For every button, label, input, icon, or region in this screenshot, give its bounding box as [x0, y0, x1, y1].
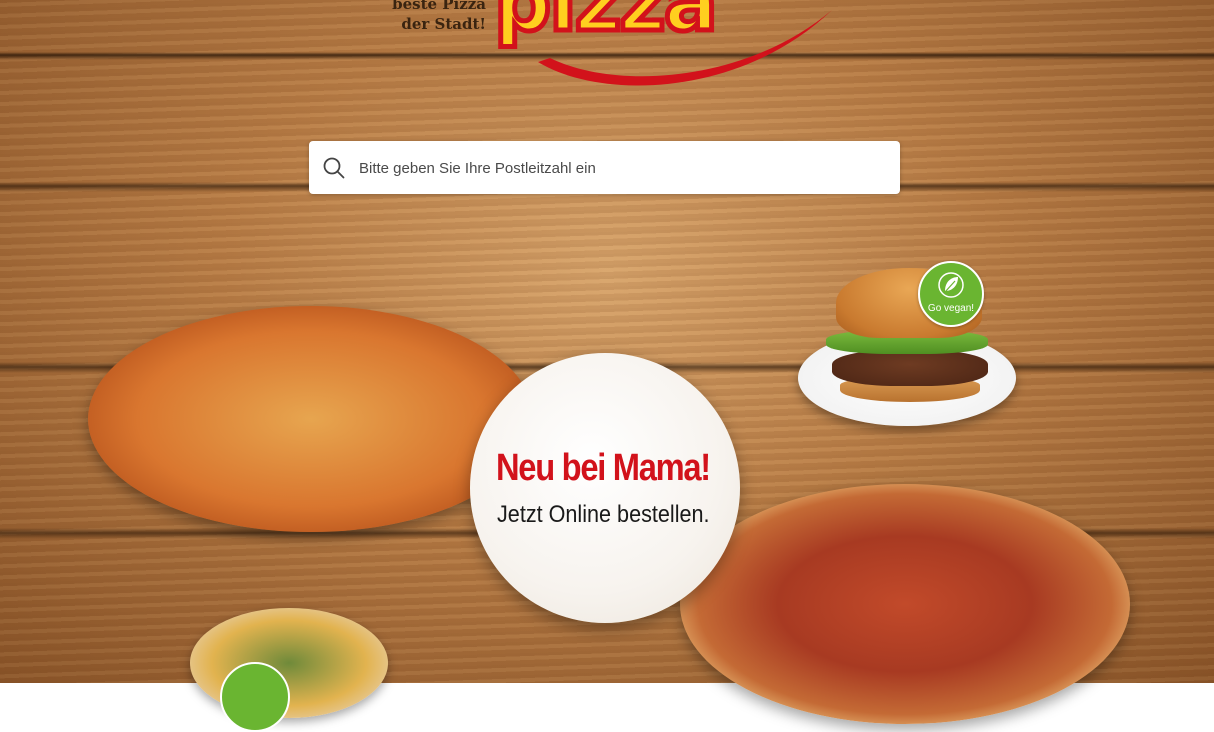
vegan-badge-secondary	[220, 662, 290, 732]
promo-circle[interactable]: Neu bei Mama! Jetzt Online bestellen.	[470, 353, 740, 623]
pizza-diavolo-image	[680, 484, 1130, 724]
promo-title: Neu bei Mama!	[496, 447, 711, 489]
leaf-icon	[938, 271, 964, 304]
pizza-hawaii-image	[88, 306, 534, 532]
logo-tagline: beste Pizza der Stadt!	[386, 0, 486, 34]
postcode-search-bar[interactable]	[309, 141, 900, 196]
vegan-badge-label: Go vegan!	[927, 303, 975, 314]
logo-swoosh	[538, 10, 832, 86]
postcode-input[interactable]	[357, 141, 891, 196]
tagline-line-1: beste Pizza	[392, 0, 486, 13]
tagline-line-2: der Stadt!	[401, 15, 486, 33]
search-icon[interactable]	[323, 157, 345, 184]
vegan-badge: Go vegan!	[918, 261, 984, 327]
burger-patty	[832, 350, 988, 386]
promo-subtitle: Jetzt Online bestellen.	[497, 501, 710, 528]
